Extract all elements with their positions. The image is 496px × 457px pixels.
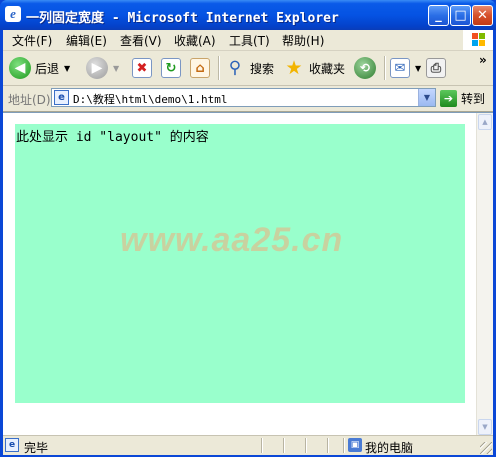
refresh-button[interactable]: ↻ bbox=[161, 54, 181, 82]
print-button[interactable]: ⎙ bbox=[426, 54, 446, 82]
ie-window: e 一列固定宽度 - Microsoft Internet Explorer _… bbox=[0, 0, 496, 457]
address-dropdown-icon[interactable]: ▼ bbox=[418, 89, 435, 106]
my-computer-icon: ▣ bbox=[348, 438, 362, 452]
title-bar[interactable]: e 一列固定宽度 - Microsoft Internet Explorer _… bbox=[0, 0, 496, 30]
history-icon: ⟲ bbox=[354, 57, 376, 79]
close-button[interactable]: ✕ bbox=[472, 5, 493, 26]
address-label: 地址(D) bbox=[8, 93, 51, 107]
menu-tools[interactable]: 工具(T) bbox=[229, 32, 270, 49]
window-frame: 文件(F) 编辑(E) 查看(V) 收藏(A) 工具(T) 帮助(H) ◀ 后退… bbox=[3, 30, 493, 455]
history-button[interactable]: ⟲ bbox=[354, 54, 376, 82]
forward-button[interactable]: ▶ ▼ bbox=[86, 54, 119, 82]
favorites-star-icon: ★ bbox=[285, 57, 303, 79]
address-bar: 地址(D) e D:\教程\html\demo\1.html ▼ ➔ 转到 bbox=[3, 86, 493, 112]
scroll-down-icon[interactable]: ▼ bbox=[478, 419, 492, 435]
stop-icon: ✖ bbox=[132, 58, 152, 78]
toolbar-overflow-icon[interactable]: » bbox=[479, 53, 487, 67]
toolbar-separator bbox=[384, 56, 386, 80]
address-input[interactable]: e D:\教程\html\demo\1.html ▼ bbox=[51, 88, 436, 107]
search-button[interactable]: ⚲ 搜索 bbox=[224, 54, 274, 82]
layout-box: 此处显示 id "layout" 的内容 www.aa25.cn bbox=[15, 124, 465, 403]
go-arrow-icon: ➔ bbox=[440, 90, 457, 107]
favorites-button[interactable]: ★ 收藏夹 bbox=[283, 54, 345, 82]
status-text: 完毕 bbox=[24, 441, 49, 455]
go-label: 转到 bbox=[461, 92, 486, 106]
minimize-button[interactable]: _ bbox=[428, 5, 449, 26]
resize-grip[interactable] bbox=[480, 442, 492, 454]
status-divider bbox=[327, 438, 329, 453]
page-icon: e bbox=[54, 90, 69, 105]
mail-dropdown-icon[interactable]: ▼ bbox=[415, 64, 421, 73]
status-divider bbox=[343, 438, 345, 453]
status-divider bbox=[261, 438, 263, 453]
stop-button[interactable]: ✖ bbox=[132, 54, 152, 82]
scroll-up-icon[interactable]: ▲ bbox=[478, 114, 492, 130]
back-arrow-icon: ◀ bbox=[9, 57, 31, 79]
mail-icon: ✉ bbox=[390, 58, 410, 78]
toolbar: ◀ 后退 ▼ ▶ ▼ ✖ ↻ ⌂ ⚲ 搜索 ★ 收藏夹 ⟲ ✉ ▼ ⎙ » bbox=[3, 51, 493, 86]
forward-dropdown-icon[interactable]: ▼ bbox=[113, 64, 119, 73]
maximize-button[interactable]: □ bbox=[450, 5, 471, 26]
favorites-label: 收藏夹 bbox=[309, 61, 346, 76]
zone-text: 我的电脑 bbox=[365, 441, 414, 455]
status-bar: e 完毕 ▣ 我的电脑 bbox=[3, 435, 493, 455]
toolbar-separator bbox=[218, 56, 220, 80]
print-icon: ⎙ bbox=[426, 58, 446, 78]
back-button[interactable]: ◀ 后退 ▼ bbox=[9, 54, 70, 82]
home-icon: ⌂ bbox=[190, 58, 210, 78]
address-url[interactable]: D:\教程\html\demo\1.html bbox=[73, 91, 227, 107]
vertical-scrollbar[interactable]: ▲ ▼ bbox=[476, 113, 493, 436]
page-content: 此处显示 id "layout" 的内容 www.aa25.cn ▲ ▼ bbox=[3, 112, 493, 436]
menu-view[interactable]: 查看(V) bbox=[120, 32, 162, 49]
menu-bar: 文件(F) 编辑(E) 查看(V) 收藏(A) 工具(T) 帮助(H) bbox=[3, 30, 493, 51]
search-icon: ⚲ bbox=[228, 58, 242, 78]
layout-text: 此处显示 id "layout" 的内容 bbox=[16, 130, 209, 145]
refresh-icon: ↻ bbox=[161, 58, 181, 78]
forward-arrow-icon: ▶ bbox=[86, 57, 108, 79]
ie-icon[interactable]: e bbox=[5, 6, 21, 22]
status-divider bbox=[283, 438, 285, 453]
window-title: 一列固定宽度 - Microsoft Internet Explorer bbox=[26, 11, 339, 26]
status-divider bbox=[305, 438, 307, 453]
menu-help[interactable]: 帮助(H) bbox=[282, 32, 324, 49]
windows-logo-icon bbox=[463, 30, 493, 50]
search-label: 搜索 bbox=[250, 61, 275, 76]
home-button[interactable]: ⌂ bbox=[190, 54, 210, 82]
watermark: www.aa25.cn bbox=[120, 221, 344, 259]
back-dropdown-icon[interactable]: ▼ bbox=[64, 64, 70, 73]
mail-button[interactable]: ✉ ▼ bbox=[390, 54, 421, 82]
back-label: 后退 bbox=[35, 61, 60, 76]
page-done-icon: e bbox=[5, 438, 19, 452]
menu-favorites[interactable]: 收藏(A) bbox=[174, 32, 216, 49]
menu-edit[interactable]: 编辑(E) bbox=[66, 32, 107, 49]
menu-file[interactable]: 文件(F) bbox=[12, 32, 52, 49]
go-button[interactable]: ➔ 转到 bbox=[440, 89, 485, 108]
